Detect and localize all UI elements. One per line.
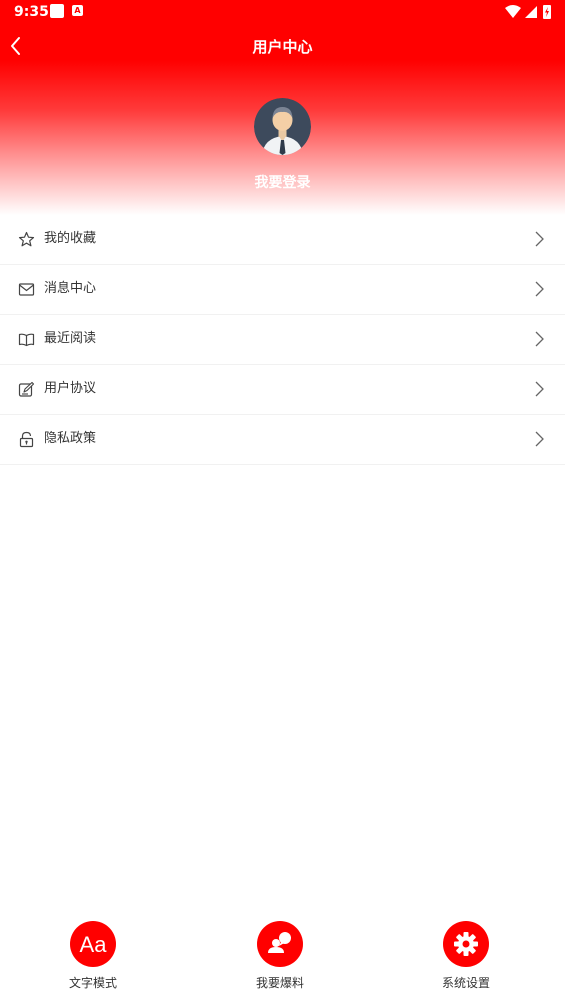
login-link[interactable]: 我要登录 (0, 172, 565, 192)
text-mode-icon: Aa (70, 921, 116, 967)
chevron-right-icon (535, 381, 544, 397)
bottom-bar: Aa 文字模式 我要爆料 系统设置 (0, 915, 565, 1004)
bottom-label: 系统设置 (441, 976, 490, 990)
status-icons (505, 4, 553, 20)
book-icon (18, 333, 35, 347)
lock-icon (19, 431, 34, 448)
chevron-right-icon (535, 231, 544, 247)
signal-icon (525, 6, 537, 18)
wifi-icon (505, 5, 521, 18)
menu-item-label: 用户协议 (44, 381, 97, 396)
text-mode-button[interactable]: Aa 文字模式 (43, 915, 143, 1000)
chevron-right-icon (535, 281, 544, 297)
star-icon (18, 231, 35, 247)
status-bar: 9:35 A (0, 0, 565, 24)
menu-item-label: 我的收藏 (44, 231, 97, 246)
settings-button[interactable]: 系统设置 (416, 915, 516, 1000)
chevron-right-icon (535, 431, 544, 447)
chevron-right-icon (535, 331, 544, 347)
avatar[interactable] (254, 98, 311, 155)
bottom-label: 我要爆料 (255, 976, 304, 990)
gear-icon (443, 921, 489, 967)
notification-square-icon (50, 4, 64, 18)
menu-item-label: 最近阅读 (44, 331, 97, 346)
menu-item-privacy-policy[interactable]: 隐私政策 (0, 415, 565, 465)
edit-icon (18, 381, 35, 397)
menu-item-messages[interactable]: 消息中心 (0, 265, 565, 315)
menu-list: 我的收藏 消息中心 最近阅读 用户协议 隐私政策 (0, 215, 565, 465)
page-title: 用户中心 (252, 38, 313, 56)
menu-item-label: 消息中心 (44, 281, 97, 296)
nav-bar: 用户中心 (0, 26, 565, 66)
menu-item-recent-reading[interactable]: 最近阅读 (0, 315, 565, 365)
menu-item-label: 隐私政策 (44, 431, 97, 446)
mail-icon (18, 283, 35, 296)
notification-app-icon: A (72, 5, 83, 16)
status-time: 9:35 (14, 4, 49, 20)
menu-item-favorites[interactable]: 我的收藏 (0, 215, 565, 265)
text-mode-glyph: Aa (80, 932, 108, 957)
menu-item-user-agreement[interactable]: 用户协议 (0, 365, 565, 415)
report-icon (257, 921, 303, 967)
user-avatar-icon (254, 98, 311, 155)
system-status-icons (505, 5, 551, 19)
report-news-button[interactable]: 我要爆料 (230, 915, 330, 1000)
bottom-label: 文字模式 (68, 976, 117, 990)
